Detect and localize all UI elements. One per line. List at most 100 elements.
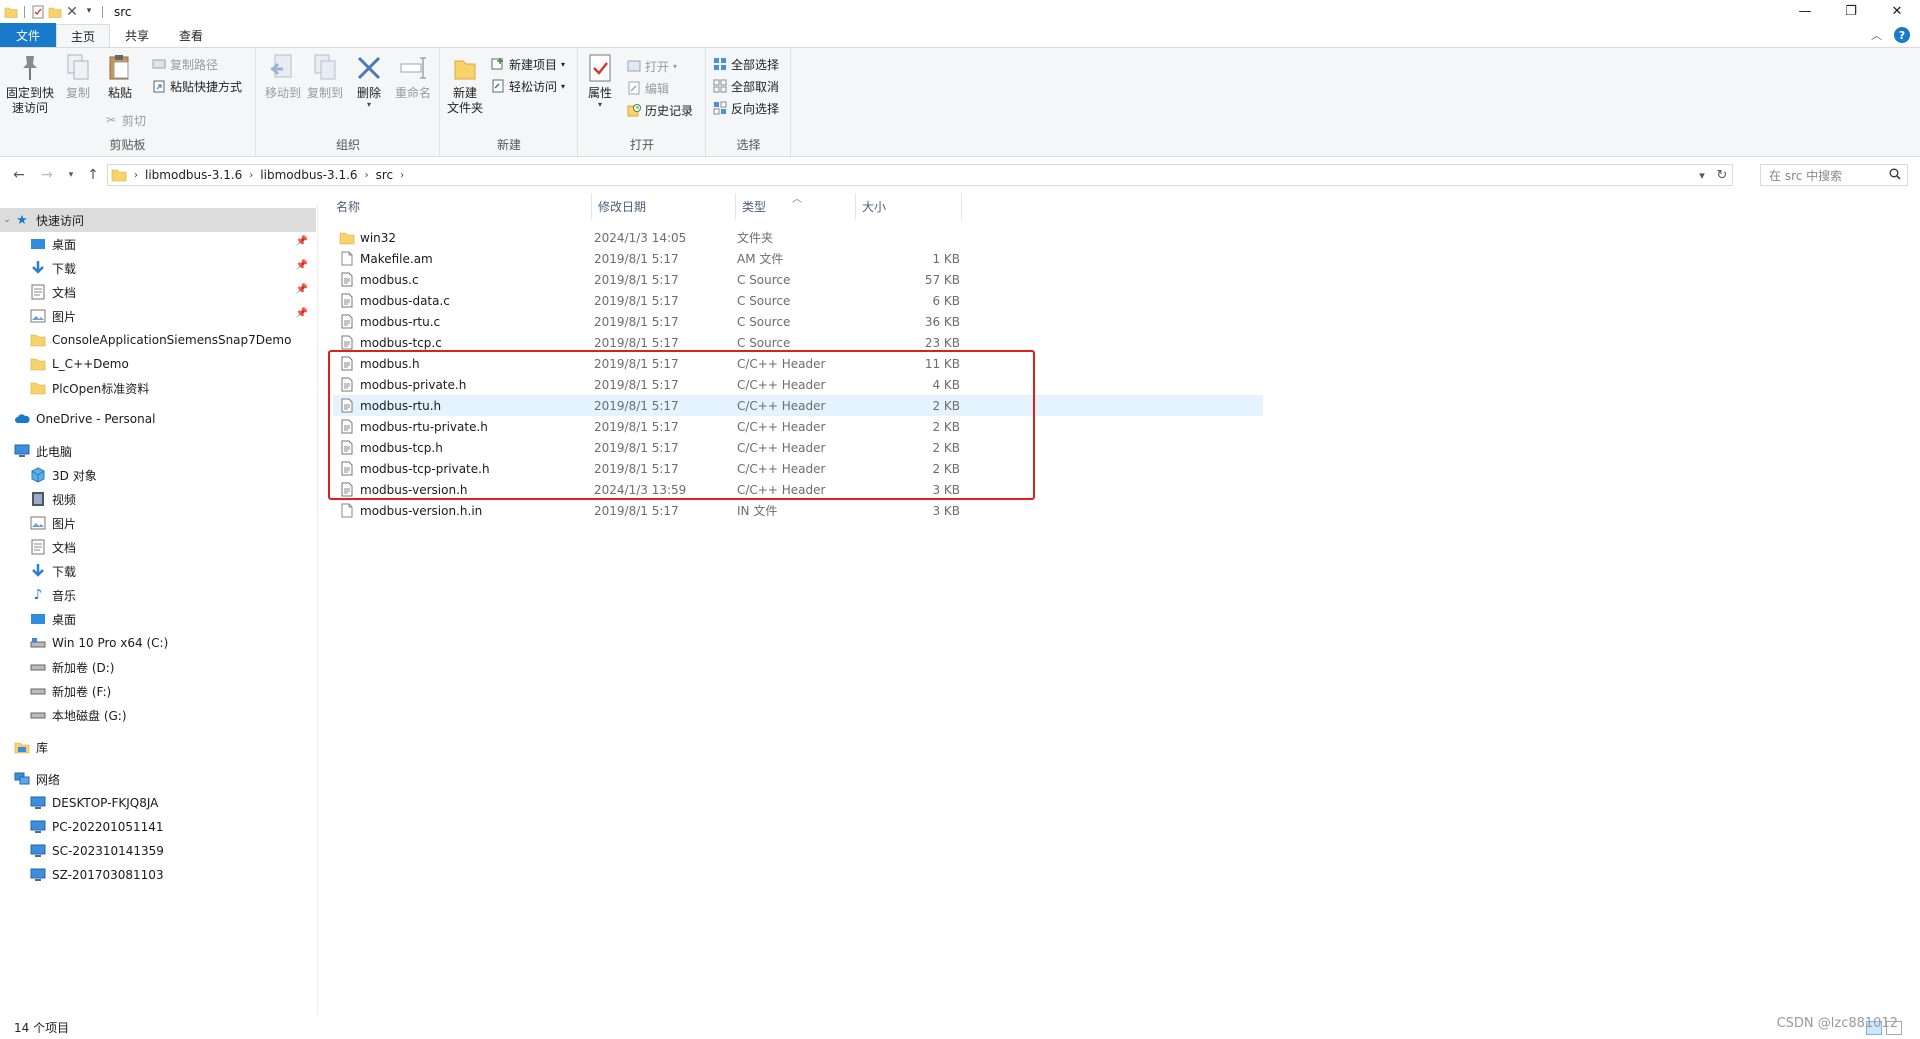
nav-this-pc[interactable]: 此电脑 [0,439,316,463]
search-box[interactable]: 在 src 中搜索 [1760,164,1908,186]
move-to-button[interactable]: 移动到 [261,52,305,101]
delete-icon[interactable]: ✕ [65,5,79,19]
tab-share[interactable]: 共享 [110,23,164,47]
expand-chevron-icon[interactable]: ⌄ [0,215,14,225]
nav-item-videos[interactable]: 视频 [0,487,316,511]
nav-item-network-computer[interactable]: PC-202201051141 [0,815,316,839]
copy-path-button[interactable]: 复制路径 [152,54,218,74]
file-row[interactable]: win32 2024/1/3 14:05 文件夹 [333,227,1263,248]
file-row[interactable]: modbus.c 2019/8/1 5:17 C Source 57 KB [333,269,1263,290]
history-button[interactable]: 历史记录 [627,100,693,120]
nav-quick-access[interactable]: ⌄ ★ 快速访问 [0,208,316,232]
nav-item-drive-d[interactable]: 新加卷 (D:) [0,655,316,679]
pinned-icon: 📌 [295,308,308,319]
customize-toolbar-chevron-icon[interactable]: ▾ [82,5,96,19]
file-row[interactable]: modbus-tcp.h 2019/8/1 5:17 C/C++ Header 2 K… [333,437,1263,458]
refresh-icon[interactable]: ↻ [1712,165,1732,185]
forward-button[interactable]: → [38,166,56,184]
breadcrumb-item-current[interactable]: src [372,168,398,182]
close-button[interactable]: ✕ [1874,0,1920,23]
file-row[interactable]: modbus-private.h 2019/8/1 5:17 C/C++ Heade… [333,374,1263,395]
file-row[interactable]: modbus-version.h.in 2019/8/1 5:17 IN 文件 3 K… [333,500,1263,521]
file-size [860,227,960,248]
nav-item-3d-objects[interactable]: 3D 对象 [0,463,316,487]
breadcrumb-separator-icon[interactable]: › [131,170,141,181]
nav-item-desktop[interactable]: 桌面 [0,607,316,631]
column-header-name[interactable]: 名称 [330,193,592,220]
pin-to-quick-access-button[interactable]: 固定到快 速访问 [6,52,54,116]
nav-item-desktop[interactable]: 桌面 📌 [0,232,316,256]
nav-item-network-computer[interactable]: SZ-201703081103 [0,863,316,887]
nav-item-pictures[interactable]: 图片 [0,511,316,535]
edit-button[interactable]: 编辑 [627,78,669,98]
nav-network[interactable]: 网络 [0,767,316,791]
rename-button[interactable]: 重命名 [391,52,435,101]
paste-shortcut-button[interactable]: 粘贴快捷方式 [152,76,242,96]
delete-dropdown-chevron-icon[interactable]: ▾ [367,101,371,109]
file-row[interactable]: modbus-rtu-private.h 2019/8/1 5:17 C/C++ H… [333,416,1263,437]
breadcrumb-item[interactable]: libmodbus-3.1.6 [256,168,361,182]
recent-locations-button[interactable]: ▾ [62,166,80,184]
column-header-date[interactable]: 修改日期 [592,193,736,220]
nav-item-drive-g[interactable]: 本地磁盘 (G:) [0,703,316,727]
file-row[interactable]: modbus-rtu.h 2019/8/1 5:17 C/C++ Header 2 K… [333,395,1263,416]
new-folder-button[interactable]: 新建 文件夹 [445,52,485,116]
column-header-type[interactable]: 类型 [736,193,856,220]
nav-item-folder[interactable]: L_C++Demo [0,352,316,376]
file-row[interactable]: modbus-rtu.c 2019/8/1 5:17 C Source 36 KB [333,311,1263,332]
breadcrumb-separator-icon[interactable]: › [362,170,372,181]
file-row[interactable]: modbus-tcp.c 2019/8/1 5:17 C Source 23 KB [333,332,1263,353]
nav-item-documents[interactable]: 文档 📌 [0,280,316,304]
tab-view[interactable]: 查看 [164,23,218,47]
paste-button[interactable]: 粘贴 [104,52,136,101]
invert-selection-button[interactable]: 反向选择 [713,98,779,118]
nav-item-network-computer[interactable]: SC-202310141359 [0,839,316,863]
nav-item-pictures[interactable]: 图片 📌 [0,304,316,328]
properties-button[interactable]: 属性 ▾ [583,52,617,109]
tab-file[interactable]: 文件 [0,23,57,47]
column-header-size[interactable]: 大小 [856,193,962,220]
nav-library[interactable]: 库 [0,735,316,759]
nav-item-downloads[interactable]: 下载 [0,559,316,583]
nav-item-network-computer[interactable]: DESKTOP-FKJQ8JA [0,791,316,815]
nav-item-folder[interactable]: PlcOpen标准资料 [0,376,316,400]
new-item-button[interactable]: 新建项目 ▾ [491,54,565,74]
file-row[interactable]: modbus-tcp-private.h 2019/8/1 5:17 C/C++ H… [333,458,1263,479]
easy-access-button[interactable]: 轻松访问 ▾ [491,76,565,96]
open-button[interactable]: 打开 ▾ [627,56,677,76]
properties-dropdown-chevron-icon[interactable]: ▾ [598,101,602,109]
nav-item-music[interactable]: ♪ 音乐 [0,583,316,607]
properties-icon[interactable] [31,5,45,19]
breadcrumb-separator-icon[interactable]: › [397,170,407,181]
address-history-chevron-icon[interactable]: ▾ [1692,165,1712,185]
file-row[interactable]: modbus-data.c 2019/8/1 5:17 C Source 6 KB [333,290,1263,311]
select-none-button[interactable]: 全部取消 [713,76,779,96]
address-bar[interactable]: › libmodbus-3.1.6 › libmodbus-3.1.6 › sr… [107,164,1733,186]
nav-item-drive-f[interactable]: 新加卷 (F:) [0,679,316,703]
nav-item-documents[interactable]: 文档 [0,535,316,559]
cut-button[interactable]: ✂ 剪切 [104,110,146,130]
help-icon[interactable]: ? [1894,27,1910,43]
new-folder-icon[interactable] [48,5,62,19]
delete-button[interactable]: 删除 ▾ [351,52,387,109]
nav-item-folder[interactable]: ConsoleApplicationSiemensSnap7Demo [0,328,316,352]
up-button[interactable]: ↑ [84,166,102,184]
nav-onedrive[interactable]: OneDrive - Personal [0,407,316,431]
file-row[interactable]: modbus.h 2019/8/1 5:17 C/C++ Header 11 KB [333,353,1263,374]
file-row[interactable]: Makefile.am 2019/8/1 5:17 AM 文件 1 KB [333,248,1263,269]
chevron-down-icon: ▾ [68,170,74,180]
breadcrumb-item[interactable]: libmodbus-3.1.6 [141,168,246,182]
nav-item-drive-c[interactable]: Win 10 Pro x64 (C:) [0,631,316,655]
collapse-ribbon-chevron-icon[interactable]: ︿ [1871,27,1882,43]
minimize-button[interactable]: — [1782,0,1828,23]
back-button[interactable]: ← [10,166,28,184]
select-all-button[interactable]: 全部选择 [713,54,779,74]
delete-label: 删除 [356,86,381,100]
breadcrumb-separator-icon[interactable]: › [246,170,256,181]
nav-item-downloads[interactable]: 下载 📌 [0,256,316,280]
copy-to-button[interactable]: 复制到 [303,52,347,101]
tab-home[interactable]: 主页 [56,24,111,48]
maximize-button[interactable]: ❐ [1828,0,1874,23]
copy-button[interactable]: 复制 [62,52,94,101]
file-row[interactable]: modbus-version.h 2024/1/3 13:59 C/C++ Head… [333,479,1263,500]
